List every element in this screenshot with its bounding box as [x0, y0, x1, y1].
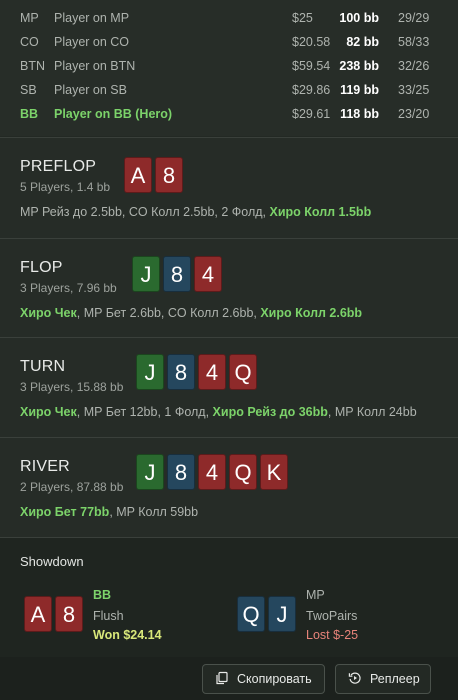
- player-position: BTN: [20, 59, 45, 73]
- player-name: Player on MP: [54, 11, 130, 25]
- playing-card: 4: [198, 354, 226, 390]
- player-row-hero: BB Player on BB (Hero) $29.61 118 bb 23/20: [0, 103, 458, 127]
- action-text: , MP Колл 59bb: [109, 505, 199, 519]
- player-stack-money: $29.61: [292, 107, 331, 121]
- playing-card: 8: [167, 454, 195, 490]
- player-vpip-pfr: 29/29: [398, 11, 430, 25]
- playing-card: 8: [167, 354, 195, 390]
- villain-result: Lost $-25: [306, 628, 359, 642]
- street-actions: Хиро Чек, MP Бет 2.6bb, CO Колл 2.6bb, Х…: [20, 306, 362, 320]
- playing-card: J: [136, 454, 164, 490]
- playing-card: K: [260, 454, 288, 490]
- playing-card: A: [124, 157, 152, 193]
- street-title: RIVER: [20, 458, 70, 475]
- hero-action: Хиро Колл 2.6bb: [260, 306, 363, 320]
- player-stack-bb: 119 bb: [340, 83, 379, 97]
- hero-action: Хиро Рейз до 36bb: [212, 405, 328, 419]
- preflop-cards: A8: [124, 157, 183, 193]
- player-position: BB: [20, 107, 39, 121]
- playing-card: J: [136, 354, 164, 390]
- action-text: , MP Бет 2.6bb, CO Колл 2.6bb,: [76, 306, 261, 320]
- street-subtitle: 5 Players, 1.4 bb: [20, 180, 111, 194]
- showdown-title: Showdown: [20, 554, 84, 569]
- street-actions: Хиро Бет 77bb, MP Колл 59bb: [20, 505, 198, 519]
- player-stack-money: $25: [292, 11, 313, 25]
- copy-button[interactable]: Скопировать: [202, 664, 325, 694]
- playing-card: 8: [155, 157, 183, 193]
- playing-card: Q: [229, 354, 257, 390]
- player-stack-bb: 100 bb: [339, 11, 379, 25]
- street-title: PREFLOP: [20, 158, 97, 175]
- street-preflop: PREFLOP 5 Players, 1.4 bb A8 MP Рейз до …: [0, 137, 458, 238]
- street-subtitle: 3 Players, 15.88 bb: [20, 380, 124, 394]
- street-subtitle: 3 Players, 7.96 bb: [20, 281, 117, 295]
- copy-icon: [215, 671, 229, 688]
- showdown-section: Showdown A8 BB Flush Won $24.14 QJ MP Tw…: [0, 537, 458, 658]
- villain-showdown-cards: QJ: [237, 596, 296, 632]
- villain-position: MP: [306, 588, 325, 602]
- copy-button-label: Скопировать: [237, 672, 312, 686]
- player-name: Player on CO: [54, 35, 130, 49]
- street-flop: FLOP 3 Players, 7.96 bb J84 Хиро Чек, MP…: [0, 238, 458, 337]
- action-text: MP Рейз до 2.5bb, CO Колл 2.5bb, 2 Фолд,: [20, 205, 270, 219]
- street-turn: TURN 3 Players, 15.88 bb J84Q Хиро Чек, …: [0, 337, 458, 437]
- hero-result: Won $24.14: [93, 628, 162, 642]
- hero-position: BB: [93, 588, 112, 602]
- player-stack-money: $29.86: [292, 83, 331, 97]
- player-name: Player on BTN: [54, 59, 136, 73]
- player-position: MP: [20, 11, 39, 25]
- playing-card: 4: [194, 256, 222, 292]
- action-text: , MP Колл 24bb: [327, 405, 417, 419]
- villain-hand-rank: TwoPairs: [306, 609, 358, 623]
- street-title: FLOP: [20, 259, 63, 276]
- street-actions: Хиро Чек, MP Бет 12bb, 1 Фолд, Хиро Рейз…: [20, 405, 417, 419]
- playing-card: Q: [229, 454, 257, 490]
- replay-icon: [348, 671, 362, 688]
- playing-card: A: [24, 596, 52, 632]
- playing-card: 8: [55, 596, 83, 632]
- replayer-button-label: Реплеер: [370, 672, 420, 686]
- street-river: RIVER 2 Players, 87.88 bb J84QK Хиро Бет…: [0, 437, 458, 538]
- hero-hand-rank: Flush: [93, 609, 124, 623]
- player-row: CO Player on CO $20.58 82 bb 58/33: [0, 31, 458, 55]
- playing-card: Q: [237, 596, 265, 632]
- hero-action: Хиро Колл 1.5bb: [269, 205, 372, 219]
- player-stack-bb: 118 bb: [340, 107, 379, 121]
- river-cards: J84QK: [136, 454, 288, 490]
- flop-cards: J84: [132, 256, 222, 292]
- playing-card: J: [268, 596, 296, 632]
- action-text: , MP Бет 12bb, 1 Фолд,: [76, 405, 213, 419]
- players-table: MP Player on MP $25 100 bb 29/29 CO Player on …: [0, 0, 458, 136]
- player-vpip-pfr: 33/25: [398, 83, 430, 97]
- playing-card: 8: [163, 256, 191, 292]
- player-row: BTN Player on BTN $59.54 238 bb 32/26: [0, 55, 458, 79]
- player-name: Player on SB: [54, 83, 127, 97]
- player-vpip-pfr: 58/33: [398, 35, 430, 49]
- player-stack-bb: 82 bb: [346, 35, 379, 49]
- player-name: Player on BB (Hero): [54, 107, 173, 121]
- playing-card: J: [132, 256, 160, 292]
- turn-cards: J84Q: [136, 354, 257, 390]
- street-title: TURN: [20, 358, 66, 375]
- player-stack-money: $59.54: [292, 59, 331, 73]
- footer-bar: Скопировать Реплеер: [0, 657, 458, 700]
- hero-action: Хиро Чек: [20, 306, 77, 320]
- player-vpip-pfr: 23/20: [398, 107, 430, 121]
- player-row: MP Player on MP $25 100 bb 29/29: [0, 7, 458, 31]
- player-position: CO: [20, 35, 39, 49]
- hero-showdown-cards: A8: [24, 596, 83, 632]
- hero-action: Хиро Бет 77bb: [20, 505, 110, 519]
- street-subtitle: 2 Players, 87.88 bb: [20, 480, 124, 494]
- player-stack-money: $20.58: [292, 35, 331, 49]
- player-row: SB Player on SB $29.86 119 bb 33/25: [0, 79, 458, 103]
- player-vpip-pfr: 32/26: [398, 59, 430, 73]
- player-position: SB: [20, 83, 37, 97]
- street-actions: MP Рейз до 2.5bb, CO Колл 2.5bb, 2 Фолд,…: [20, 205, 371, 219]
- player-stack-bb: 238 bb: [339, 59, 379, 73]
- playing-card: 4: [198, 454, 226, 490]
- hero-action: Хиро Чек: [20, 405, 77, 419]
- replayer-button[interactable]: Реплеер: [335, 664, 431, 694]
